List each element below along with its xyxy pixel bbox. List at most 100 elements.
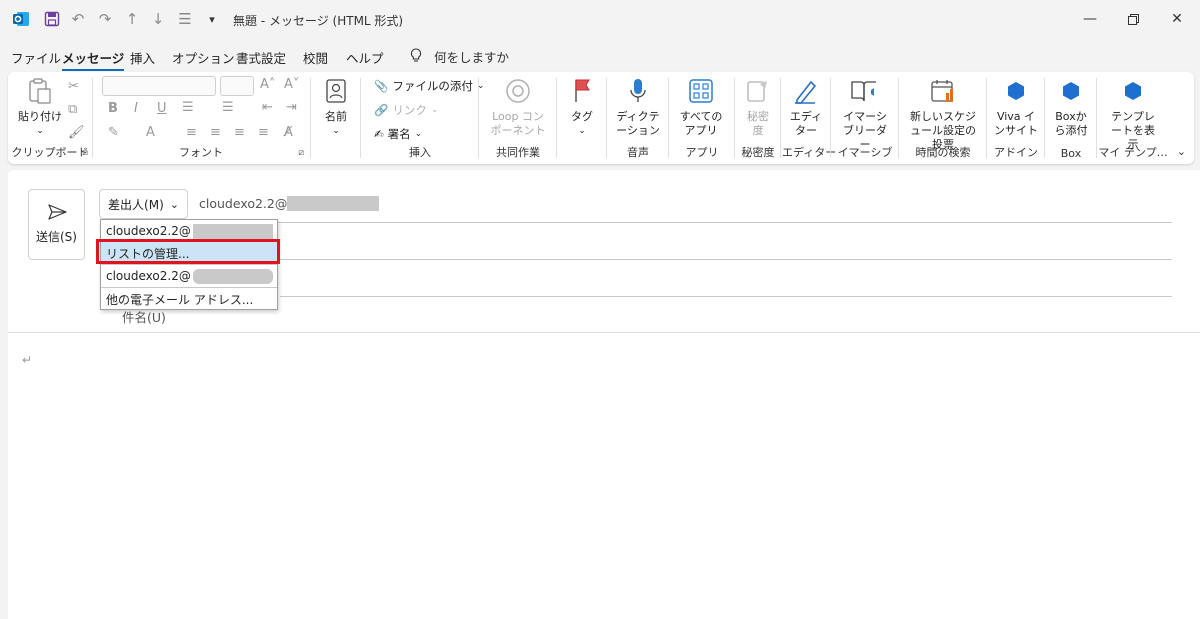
numbering-icon[interactable]: ☰ [222,100,234,115]
paperclip-icon: 📎 [374,79,389,93]
format-painter-icon[interactable]: 🖌 [68,125,85,140]
arrow-down-icon[interactable]: ↓ [148,9,168,29]
restore-button[interactable] [1118,8,1148,30]
justify-icon[interactable]: ≡ [258,125,269,140]
cut-icon[interactable]: ✂ [68,79,79,94]
clipboard-label: クリップボード [11,146,89,159]
tab-message[interactable]: メッセージ [62,48,125,71]
tell-me-text: 何をしますか [434,50,510,65]
editor-group: エディター エディター [782,72,836,164]
copy-icon[interactable]: ⧉ [68,102,77,117]
close-button[interactable]: ✕ [1162,8,1192,30]
editor-button[interactable]: エディター [786,76,826,138]
chevron-down-icon: ⌄ [578,126,586,136]
tab-options[interactable]: オプション [172,48,235,67]
minimize-button[interactable]: — [1075,8,1105,30]
align-center-icon[interactable]: ≡ [210,125,221,140]
dropdown-item-account-1[interactable]: cloudexo2.2@ [101,220,277,242]
align-left-icon[interactable]: ≡ [186,125,197,140]
loop-component-button[interactable]: Loop コンポーネント [488,76,548,138]
format-list-icon[interactable]: ☰ [175,9,195,29]
message-body[interactable]: ↵ [22,353,32,367]
dialog-launcher-icon[interactable]: ⧄ [82,148,88,158]
save-icon[interactable] [42,9,62,29]
divider [668,78,669,158]
tab-review[interactable]: 校閲 [303,48,328,67]
subject-underline [8,332,1200,333]
clear-formatting-icon[interactable]: A̸ [284,125,293,140]
bullets-icon[interactable]: ☰ [182,100,194,115]
names-button[interactable]: 名前 ⌄ [318,76,354,138]
italic-button[interactable]: I [134,101,138,116]
calendar-poll-icon [928,76,958,106]
view-templates-button[interactable]: テンプレートを表示 [1102,76,1164,152]
underline-button[interactable]: U [157,101,167,116]
addin-label: アドイン [994,146,1038,159]
send-icon [47,204,67,220]
divider [986,78,987,158]
tell-me-search[interactable]: 何をしますか [410,47,509,66]
ribbon-collapse-chevron-icon[interactable]: ⌄ [1177,145,1186,158]
signature-button[interactable]: ✍ 署名 ⌄ [374,126,422,142]
redo-icon[interactable]: ↷ [95,9,115,29]
to-underline [280,259,1172,260]
from-button[interactable]: 差出人(M) ⌄ [99,189,188,219]
templates-group: テンプレートを表示 マイ テンプ… [1098,72,1168,164]
tab-file[interactable]: ファイル [11,48,61,67]
chevron-down-icon: ⌄ [332,126,340,136]
insert-label: 挿入 [409,146,431,159]
arrow-up-icon[interactable]: ↑ [122,9,142,29]
immersive-label: イマーシブ [837,146,893,159]
tab-format[interactable]: 書式設定 [236,48,286,67]
font-color-icon[interactable]: A [146,125,155,140]
find-time-label: 時間の検索 [915,146,971,159]
divider [556,78,557,158]
font-group: A˄ A˅ B I U ☰ ☰ ⇤ ⇥ ✎ A ≡ ≡ ≡ ≡ A̸ フォント … [94,72,308,164]
tab-insert[interactable]: 挿入 [130,48,155,67]
title-bar: ↶ ↷ ↑ ↓ ☰ ▾ 無題 - メッセージ (HTML 形式) — ✕ [0,0,1200,40]
find-time-group: 新しいスケジュール設定の投票 時間の検索 [900,72,986,164]
font-size-combo[interactable] [220,76,254,96]
shrink-font-icon[interactable]: A˅ [284,77,299,92]
undo-icon[interactable]: ↶ [68,9,88,29]
menu-bar: ファイル メッセージ 挿入 オプション 書式設定 校閲 ヘルプ 何をしますか [0,44,1200,71]
increase-indent-icon[interactable]: ⇥ [286,100,297,115]
divider [734,78,735,158]
dropdown-item-manage-list[interactable]: リストの管理... [101,242,277,264]
tags-button[interactable]: タグ ⌄ [564,76,600,138]
attach-file-button[interactable]: 📎 ファイルの添付 ⌄ [374,78,484,94]
grow-font-icon[interactable]: A˄ [260,77,275,92]
send-button[interactable]: 送信(S) [28,189,85,260]
box-icon [1056,76,1086,106]
addin-group: Viva インサイト アドイン [988,72,1044,164]
font-label: フォント [179,146,223,159]
viva-insights-button[interactable]: Viva インサイト [992,76,1040,138]
decrease-indent-icon[interactable]: ⇤ [262,100,273,115]
dialog-launcher-icon[interactable]: ⧄ [298,148,304,158]
from-address: cloudexo2.2@ [199,196,380,211]
align-right-icon[interactable]: ≡ [234,125,245,140]
immersive-reader-button[interactable]: イマーシブリーダー [836,76,894,152]
dictate-button[interactable]: ディクテーション [612,76,664,138]
link-button[interactable]: 🔗 リンク ⌄ [374,102,438,118]
dropdown-item-other-address[interactable]: 他の電子メール アドレス... [101,288,277,310]
font-name-combo[interactable] [102,76,216,96]
paste-button[interactable]: 貼り付け ⌄ [16,76,64,138]
bold-button[interactable]: B [108,101,118,116]
scheduling-poll-button[interactable]: 新しいスケジュール設定の投票 [904,76,982,152]
divider [830,78,831,158]
templates-icon [1118,76,1148,106]
box-label: Box [1060,147,1082,160]
sensitivity-button[interactable]: 秘密度 [740,76,776,138]
tab-help[interactable]: ヘルプ [346,48,384,67]
box-attach-button[interactable]: Boxから添付 [1050,76,1092,138]
divider [606,78,607,158]
dropdown-item-account-2[interactable]: cloudexo2.2@ [101,265,277,287]
all-apps-button[interactable]: すべてのアプリ [676,76,726,138]
highlight-icon[interactable]: ✎ [108,125,119,140]
apps-grid-icon [686,76,716,106]
customize-toolbar-icon[interactable]: ▾ [202,9,222,29]
editor-pen-icon [791,76,821,106]
microphone-icon [623,76,653,106]
outlook-icon [13,12,29,26]
